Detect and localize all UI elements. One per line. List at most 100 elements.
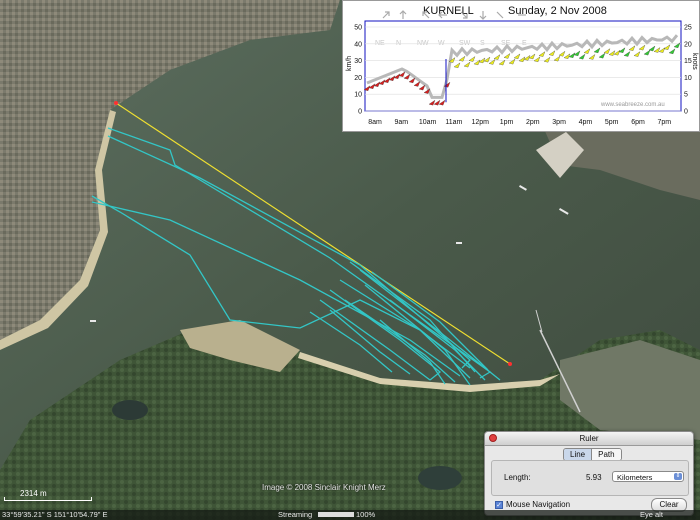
ruler-dialog[interactable]: Ruler Line Path Length: 5.93 Kilometers …	[484, 431, 694, 516]
streaming-progress-bar	[318, 512, 354, 517]
wind-arrow	[428, 99, 436, 106]
wind-arrow	[438, 99, 446, 106]
wind-arrow	[638, 44, 646, 51]
ruler-start-point[interactable]	[114, 101, 118, 105]
right-axis-unit: knots	[691, 53, 698, 70]
wind-arrow	[408, 77, 416, 84]
pond	[112, 400, 148, 420]
length-label: Length:	[504, 473, 531, 482]
close-button[interactable]	[489, 434, 497, 442]
direction-arrow-icon	[382, 11, 390, 19]
wind-arrow	[558, 50, 566, 57]
right-tick-label: 20	[684, 41, 692, 48]
wind-arrow	[488, 59, 496, 65]
wind-arrow	[463, 61, 471, 68]
unit-select[interactable]: Kilometers ⇕	[612, 471, 684, 482]
wind-arrow	[623, 51, 631, 57]
streaming-percent: 100%	[356, 510, 376, 519]
wind-arrow	[568, 52, 576, 58]
chevron-updown-icon: ⇕	[674, 473, 682, 480]
left-axis-ticks: 50 40 30 20 10 0	[354, 25, 362, 116]
wind-arrow	[543, 56, 551, 63]
left-axis-unit: km/h	[346, 56, 353, 71]
status-bar: 33°59'35.21" S 151°10'54.79" E Streaming…	[0, 510, 700, 520]
time-axis-labels: 8am 9am 10am 11am 12pm 1pm 2pm 3pm 4pm 5pm 6pm 7pm	[368, 119, 671, 126]
wetland	[418, 466, 462, 490]
boat	[456, 242, 462, 244]
right-tick-label: 10	[684, 75, 692, 82]
pointer-coordinates: 33°59'35.21" S 151°10'54.79" E	[2, 510, 108, 519]
ruler-end-point[interactable]	[508, 362, 512, 366]
wind-arrow	[493, 54, 501, 60]
left-tick-label: 10	[354, 92, 362, 99]
left-tick-label: 20	[354, 75, 362, 82]
mouse-navigation-label: Mouse Navigation	[506, 500, 571, 509]
right-axis-ticks: 25 20 15 10 5 0	[684, 25, 692, 116]
time-label: 7pm	[657, 119, 671, 126]
wind-arrow	[563, 53, 571, 59]
scale-bar	[4, 497, 92, 501]
time-label: 3pm	[552, 119, 566, 126]
right-tick-label: 0	[684, 109, 688, 116]
wind-arrow	[648, 45, 656, 52]
time-label: 8am	[368, 119, 382, 126]
wind-arrow	[668, 48, 676, 55]
left-tick-label: 50	[354, 25, 362, 32]
wind-arrow	[418, 84, 426, 91]
ruler-title: Ruler	[579, 434, 599, 443]
wind-arrow	[588, 54, 596, 60]
wind-arrow	[483, 56, 491, 63]
direction-arrow-icon	[479, 11, 487, 20]
image-credit: Image © 2008 Sinclair Knight Merz	[262, 483, 386, 492]
wind-arrow	[628, 45, 636, 51]
chart-watermark: www.seabreeze.com.au	[600, 102, 665, 108]
wind-arrow	[403, 73, 411, 80]
time-label: 10am	[419, 119, 437, 126]
wind-arrow	[513, 53, 521, 60]
tab-path[interactable]: Path	[591, 449, 621, 460]
wind-arrow	[413, 81, 421, 87]
right-tick-label: 5	[684, 92, 688, 99]
mouse-navigation-checkbox[interactable]: ✓	[495, 500, 503, 509]
wind-arrow	[503, 53, 511, 59]
left-tick-label: 0	[358, 109, 362, 116]
streaming-label: Streaming	[278, 510, 313, 519]
wind-arrow	[578, 53, 586, 60]
time-label: 9am	[394, 119, 408, 126]
left-tick-label: 30	[354, 58, 362, 65]
wind-arrow	[663, 44, 671, 50]
wind-arrow	[433, 99, 441, 106]
wind-arrow	[453, 62, 461, 69]
wind-arrow	[593, 47, 601, 54]
wind-arrow	[658, 47, 666, 53]
wind-arrow	[528, 53, 536, 60]
time-label: 2pm	[526, 119, 540, 126]
wind-arrow	[548, 50, 556, 56]
mouse-navigation-option[interactable]: ✓ Mouse Navigation	[495, 500, 570, 509]
left-tick-label: 40	[354, 41, 362, 48]
right-tick-label: 25	[684, 25, 692, 32]
length-value: 5.93	[586, 473, 602, 482]
tab-line[interactable]: Line	[564, 449, 592, 460]
ruler-titlebar[interactable]: Ruler	[485, 432, 693, 446]
wind-arrow	[598, 52, 606, 59]
wind-arrow	[508, 58, 516, 65]
direction-arrow-icon	[496, 11, 504, 19]
wind-arrow	[608, 50, 616, 56]
plot-frame	[364, 20, 682, 112]
time-label: 4pm	[579, 119, 593, 126]
direction-arrow-icon	[399, 10, 407, 19]
wind-arrow	[533, 56, 541, 63]
time-label: 11am	[445, 119, 462, 126]
wind-arrow	[603, 48, 611, 54]
time-label: 6pm	[631, 119, 645, 126]
ruler-panel: Length: 5.93 Kilometers ⇕	[491, 460, 689, 496]
wind-arrow	[538, 51, 546, 57]
right-tick-label: 15	[684, 58, 692, 65]
wind-arrow	[643, 49, 651, 56]
eye-altitude: Eye alt	[640, 510, 663, 519]
time-label: 5pm	[605, 119, 619, 126]
wind-arrow	[633, 51, 641, 57]
unit-select-value: Kilometers	[617, 473, 653, 482]
boat	[90, 320, 96, 322]
